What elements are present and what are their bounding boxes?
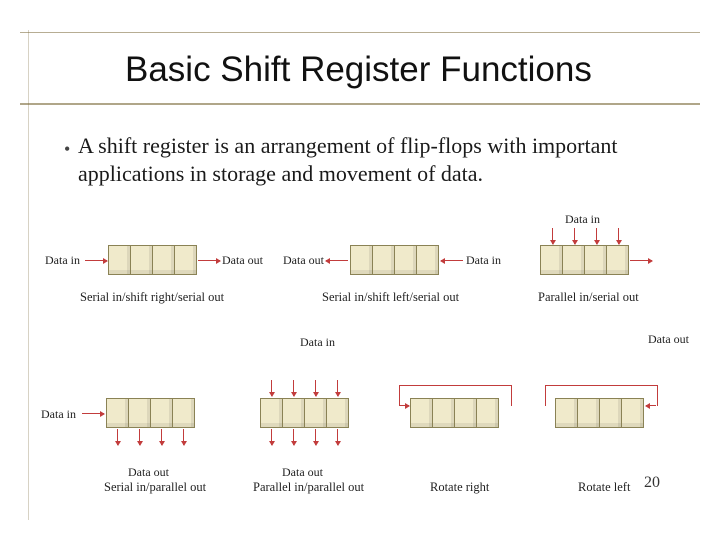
label-data-in: Data in — [45, 253, 80, 268]
arrow-down-icon — [183, 429, 184, 445]
arrow-right-icon — [399, 405, 409, 406]
arrow-down-icon — [337, 380, 338, 396]
arrow-down-icon — [161, 429, 162, 445]
arrow-left-icon — [441, 260, 463, 261]
caption-pipo: Parallel in/parallel out — [253, 480, 364, 495]
bullet-text: • A shift register is an arrangement of … — [78, 132, 680, 187]
label-data-in: Data in — [565, 212, 600, 227]
arrow-down-icon — [293, 380, 294, 396]
caption-siso-right: Serial in/shift right/serial out — [80, 290, 224, 305]
label-data-in: Data in — [41, 407, 76, 422]
bullet-content: A shift register is an arrangement of fl… — [78, 133, 617, 186]
register-pipo — [260, 398, 348, 428]
rule-top — [20, 32, 700, 33]
arrow-right-icon — [198, 260, 220, 261]
arrow-left-icon — [326, 260, 348, 261]
loop-line — [545, 385, 658, 406]
page-title: Basic Shift Register Functions — [125, 50, 592, 90]
arrow-down-icon — [117, 429, 118, 445]
arrow-down-icon — [271, 429, 272, 445]
register-sipo — [106, 398, 194, 428]
arrow-right-icon — [630, 260, 652, 261]
arrow-right-icon — [85, 260, 107, 261]
caption-rotate-left: Rotate left — [578, 480, 630, 495]
caption-rotate-right: Rotate right — [430, 480, 489, 495]
caption-piso: Parallel in/serial out — [538, 290, 639, 305]
arrow-down-icon — [337, 429, 338, 445]
bullet-icon: • — [64, 138, 70, 161]
arrow-down-icon — [552, 228, 553, 244]
label-data-in: Data in — [300, 335, 335, 350]
caption-siso-left: Serial in/shift left/serial out — [322, 290, 459, 305]
slide: Basic Shift Register Functions • A shift… — [0, 0, 720, 540]
label-data-out: Data out — [283, 253, 324, 268]
label-data-out: Data out — [222, 253, 263, 268]
label-data-out: Data out — [648, 332, 689, 347]
label-data-out: Data out — [128, 465, 169, 480]
arrow-down-icon — [271, 380, 272, 396]
rule-under-title — [20, 103, 700, 105]
caption-sipo: Serial in/parallel out — [104, 480, 206, 495]
register-siso-left — [350, 245, 438, 275]
label-data-in: Data in — [466, 253, 501, 268]
arrow-down-icon — [139, 429, 140, 445]
arrow-down-icon — [293, 429, 294, 445]
arrow-down-icon — [315, 380, 316, 396]
register-piso — [540, 245, 628, 275]
arrow-left-icon — [646, 405, 656, 406]
page-number: 20 — [644, 474, 660, 492]
loop-line — [399, 385, 512, 406]
arrow-down-icon — [596, 228, 597, 244]
arrow-down-icon — [574, 228, 575, 244]
arrow-right-icon — [82, 413, 104, 414]
label-data-out: Data out — [282, 465, 323, 480]
arrow-down-icon — [618, 228, 619, 244]
arrow-down-icon — [315, 429, 316, 445]
register-siso-right — [108, 245, 196, 275]
